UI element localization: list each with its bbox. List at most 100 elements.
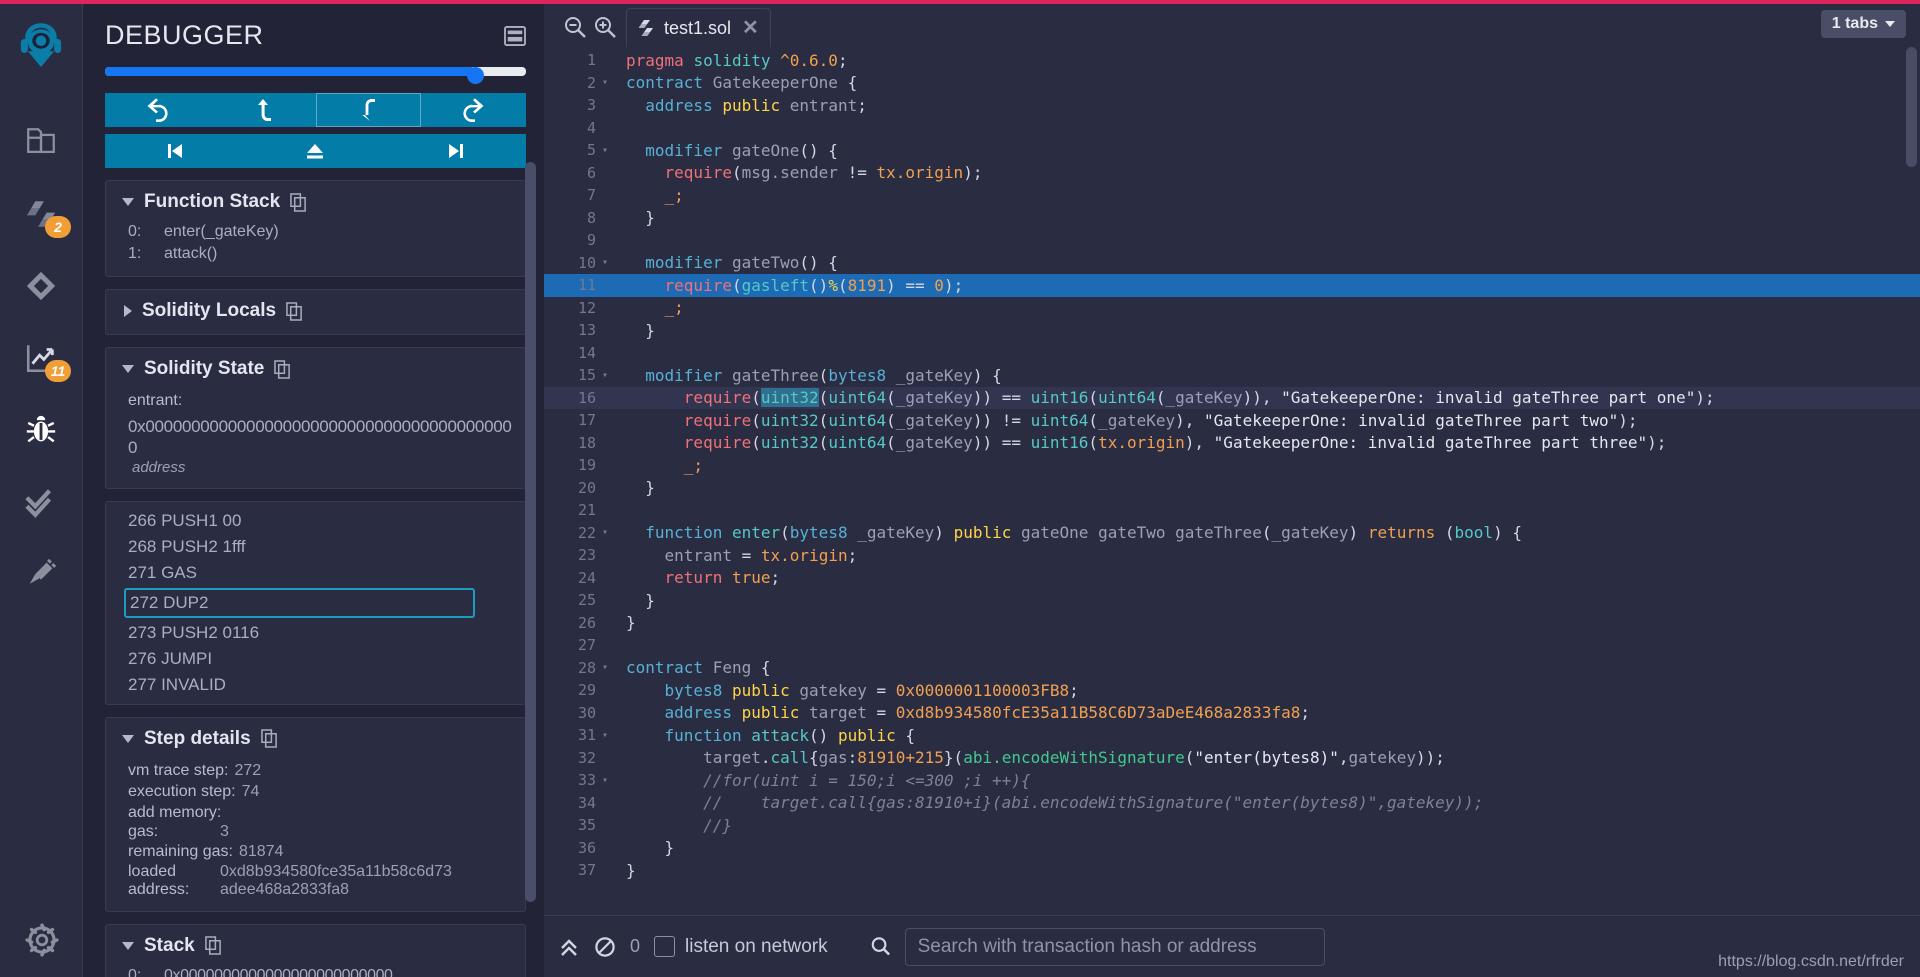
code-line-25[interactable]: 25 } <box>544 589 1920 612</box>
code-line-11[interactable]: 11 require(gasleft()%(8191) == 0); <box>544 274 1920 297</box>
search-icon[interactable] <box>870 936 891 957</box>
fold-toggle-icon[interactable]: ▾ <box>602 527 616 538</box>
sidebar-item-plugin-manager[interactable] <box>13 538 69 610</box>
code-line-14[interactable]: 14 <box>544 342 1920 365</box>
code-line-22[interactable]: 22 ▾ function enter(bytes8 _gateKey) publ… <box>544 522 1920 545</box>
sidebar-item-solidity-compiler[interactable]: 2 <box>13 178 71 250</box>
debugger-panel-scrollbar[interactable] <box>525 162 536 902</box>
tabs-dropdown[interactable]: 1 tabs <box>1820 10 1906 38</box>
code-line-21[interactable]: 21 <box>544 499 1920 522</box>
fold-toggle-icon[interactable]: ▾ <box>602 775 616 786</box>
code-line-32[interactable]: 32 target.call{gas:81910+215}(abi.encode… <box>544 747 1920 770</box>
sidebar-item-analysis[interactable]: 11 <box>13 322 71 394</box>
step-back-button[interactable] <box>105 93 211 127</box>
code-line-23[interactable]: 23 entrant = tx.origin; <box>544 544 1920 567</box>
code-line-6[interactable]: 6 require(msg.sender != tx.origin); <box>544 162 1920 185</box>
fold-toggle-icon[interactable]: ▾ <box>602 77 616 88</box>
zoom-in-icon[interactable] <box>594 16 616 38</box>
code-line-33[interactable]: 33 ▾ //for(uint i = 150;i <=300 ;i ++){ <box>544 769 1920 792</box>
code-line-19[interactable]: 19 _; <box>544 454 1920 477</box>
chevron-down-icon[interactable] <box>122 734 134 743</box>
code-line-12[interactable]: 12 _; <box>544 297 1920 320</box>
debugger-step-slider[interactable] <box>105 63 526 84</box>
code-line-18[interactable]: 18 require(uint32(uint64(_gateKey)) == u… <box>544 432 1920 455</box>
no-entry-icon[interactable] <box>594 936 616 958</box>
code-line-31[interactable]: 31 ▾ function attack() public { <box>544 724 1920 747</box>
code-line-5[interactable]: 5 ▾ modifier gateOne() { <box>544 139 1920 162</box>
transaction-search-input[interactable] <box>904 927 1325 966</box>
sidebar-item-file-explorer[interactable] <box>13 106 69 178</box>
fold-toggle-icon[interactable]: ▾ <box>602 257 616 268</box>
copy-icon[interactable] <box>286 301 303 321</box>
code-line-36[interactable]: 36 } <box>544 837 1920 860</box>
copy-icon[interactable] <box>290 192 307 212</box>
copy-icon[interactable] <box>204 936 222 956</box>
list-item[interactable]: 268 PUSH2 1fff <box>106 534 525 560</box>
chevron-down-icon[interactable] <box>122 198 134 206</box>
close-icon[interactable]: ✕ <box>742 18 759 38</box>
code-line-26[interactable]: 26} <box>544 612 1920 635</box>
code-line-28[interactable]: 28 ▾ contract Feng { <box>544 657 1920 680</box>
list-item[interactable]: 266 PUSH1 00 <box>106 508 525 534</box>
chevron-down-icon[interactable] <box>122 941 134 950</box>
code-line-35[interactable]: 35 //} <box>544 814 1920 837</box>
sidebar-item-deploy-run[interactable] <box>13 250 69 322</box>
code-line-4[interactable]: 4 <box>544 117 1920 140</box>
remix-logo[interactable] <box>13 18 69 74</box>
panel-layout-icon[interactable] <box>504 25 526 46</box>
list-item[interactable]: 271 GAS <box>106 560 525 586</box>
slider-thumb[interactable] <box>467 67 485 84</box>
code-vertical-scrollbar[interactable] <box>1906 47 1917 167</box>
code-line-15[interactable]: 15 ▾ modifier gateThree(bytes8 _gateKey) … <box>544 364 1920 387</box>
code-line-34[interactable]: 34 // target.call{gas:81910+i}(abi.encod… <box>544 792 1920 815</box>
code-line-10[interactable]: 10 ▾ modifier gateTwo() { <box>544 252 1920 275</box>
solidity-locals-header[interactable]: Solidity Locals <box>118 300 513 322</box>
step-into-button[interactable] <box>315 93 421 127</box>
chevron-right-icon[interactable] <box>124 305 132 318</box>
code-line-1[interactable]: 1 pragma solidity ^0.6.0; <box>544 49 1920 72</box>
jump-out-button[interactable] <box>245 134 386 168</box>
fold-toggle-icon[interactable]: ▾ <box>602 662 616 673</box>
solidity-state-header[interactable]: Solidity State <box>118 358 513 380</box>
chevrons-up-icon[interactable] <box>558 936 580 958</box>
copy-icon[interactable] <box>260 729 278 748</box>
code-line-8[interactable]: 8 } <box>544 207 1920 230</box>
fold-toggle-icon[interactable]: ▾ <box>602 370 616 381</box>
zoom-out-icon[interactable] <box>564 16 586 38</box>
code-line-29[interactable]: 29 bytes8 public gatekey = 0x00000011000… <box>544 679 1920 702</box>
jump-previous-breakpoint-button[interactable] <box>105 134 246 168</box>
sidebar-item-debugger[interactable] <box>13 394 69 466</box>
code-line-24[interactable]: 24 return true; <box>544 567 1920 590</box>
function-stack-header[interactable]: Function Stack <box>118 191 513 213</box>
code-editor[interactable]: 1 pragma solidity ^0.6.0; 2 ▾ contract Gatek… <box>544 47 1920 915</box>
step-over-forward-button[interactable] <box>420 93 526 127</box>
list-item[interactable]: 276 JUMPI <box>106 646 525 672</box>
code-line-2[interactable]: 2 ▾ contract GatekeeperOne { <box>544 72 1920 95</box>
chevron-down-icon[interactable] <box>122 365 134 374</box>
code-line-27[interactable]: 27 <box>544 634 1920 657</box>
list-item[interactable]: 273 PUSH2 0116 <box>106 620 525 646</box>
code-line-37[interactable]: 37} <box>544 859 1920 882</box>
code-line-9[interactable]: 9 <box>544 229 1920 252</box>
step-out-button[interactable] <box>210 93 316 127</box>
list-item[interactable]: 277 INVALID <box>106 672 525 698</box>
code-line-13[interactable]: 13 } <box>544 319 1920 342</box>
sidebar-item-settings[interactable] <box>0 923 83 957</box>
list-item-selected[interactable]: 272 DUP2 <box>124 587 475 618</box>
fold-toggle-icon[interactable]: ▾ <box>602 730 616 741</box>
listen-on-network-checkbox[interactable] <box>654 936 676 957</box>
code-line-30[interactable]: 30 address public target = 0xd8b934580fc… <box>544 702 1920 725</box>
code-line-3[interactable]: 3 address public entrant; <box>544 94 1920 117</box>
editor-tab-test1-sol[interactable]: test1.sol ✕ <box>626 8 771 47</box>
code-line-16[interactable]: 16 require(uint32(uint64(_gateKey)) == u… <box>544 386 1920 409</box>
sidebar-item-checks[interactable] <box>13 466 69 538</box>
opcode-list[interactable]: 266 PUSH1 00 268 PUSH2 1fff 271 GAS 272 … <box>105 500 526 705</box>
code-line-7[interactable]: 7 _; <box>544 184 1920 207</box>
jump-next-breakpoint-button[interactable] <box>385 134 526 168</box>
step-details-header[interactable]: Step details <box>118 728 513 750</box>
copy-icon[interactable] <box>274 359 291 379</box>
stack-header[interactable]: Stack <box>118 935 513 957</box>
code-line-17[interactable]: 17 require(uint32(uint64(_gateKey)) != u… <box>544 409 1920 432</box>
code-line-20[interactable]: 20 } <box>544 477 1920 500</box>
fold-toggle-icon[interactable]: ▾ <box>602 145 616 156</box>
